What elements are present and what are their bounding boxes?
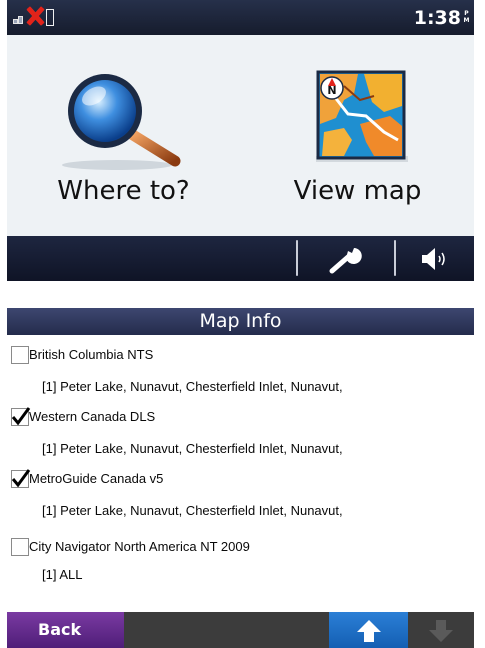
arrow-down-icon xyxy=(429,620,453,642)
speaker-icon xyxy=(422,248,445,270)
view-map-button[interactable]: N View map xyxy=(241,35,474,236)
list-item[interactable]: Western Canada DLS xyxy=(7,403,474,431)
clock-time: 1:38 xyxy=(413,7,461,29)
battery-icon[interactable] xyxy=(46,9,54,26)
scroll-up-button[interactable] xyxy=(329,612,408,648)
where-to-label: Where to? xyxy=(57,176,190,206)
no-signal-icon[interactable] xyxy=(26,6,44,26)
map-checkbox[interactable] xyxy=(11,407,31,426)
wrench-icon xyxy=(329,248,362,274)
magnifier-icon xyxy=(62,74,181,170)
signal-bars-icon xyxy=(13,14,27,24)
map-compass-letter: N xyxy=(327,84,336,97)
clock-ampm: P M xyxy=(463,10,470,24)
map-icon: N xyxy=(316,70,408,162)
view-map-label: View map xyxy=(293,176,422,206)
back-button[interactable]: Back xyxy=(7,612,124,648)
map-detail: [1] ALL xyxy=(42,567,83,582)
map-name: British Columbia NTS xyxy=(29,347,154,362)
page-title: Map Info xyxy=(7,308,474,335)
map-detail: [1] Peter Lake, Nunavut, Chesterfield In… xyxy=(42,503,343,518)
map-detail: [1] Peter Lake, Nunavut, Chesterfield In… xyxy=(42,379,343,394)
map-info-screen: Map Info British Columbia NTS [1] Peter … xyxy=(7,308,474,648)
list-item[interactable]: MetroGuide Canada v5 xyxy=(7,465,474,493)
volume-button[interactable] xyxy=(394,236,474,281)
list-item[interactable]: British Columbia NTS xyxy=(7,341,474,369)
list-item[interactable]: City Navigator North America NT 2009 xyxy=(7,533,474,561)
settings-button[interactable] xyxy=(298,236,393,281)
map-checkbox[interactable] xyxy=(11,469,31,488)
map-name: Western Canada DLS xyxy=(29,409,156,424)
arrow-up-icon xyxy=(357,620,381,642)
where-to-button[interactable]: Where to? xyxy=(7,35,240,236)
scroll-down-button[interactable] xyxy=(408,612,474,648)
map-checkbox[interactable] xyxy=(11,346,29,364)
map-checkbox[interactable] xyxy=(11,538,29,556)
map-name: City Navigator North America NT 2009 xyxy=(29,539,250,554)
bottom-toolbar xyxy=(7,236,474,281)
bottom-toolbar: Back xyxy=(7,612,474,648)
status-bar: 1:38 P M xyxy=(7,0,474,35)
map-detail: [1] Peter Lake, Nunavut, Chesterfield In… xyxy=(42,441,343,456)
map-name: MetroGuide Canada v5 xyxy=(29,471,164,486)
main-menu-screen: 1:38 P M Where to? N View map xyxy=(7,0,474,281)
